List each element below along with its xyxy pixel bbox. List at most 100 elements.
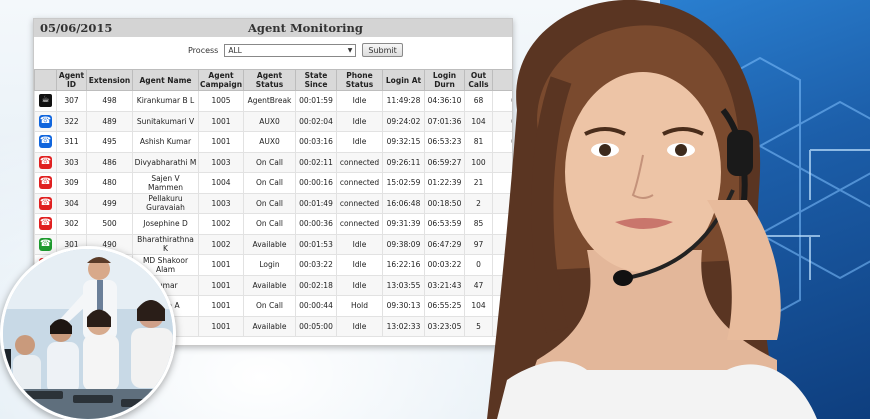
phone-status-cell: Idle [336, 315, 383, 337]
login-durn-cell: 03:21:43 [424, 274, 465, 296]
agent-status-cell: Login [243, 254, 296, 276]
header-icon [34, 69, 57, 91]
extension-cell: 499 [86, 192, 133, 214]
agent-campaign-cell: 1005 [198, 90, 244, 112]
phone-aux-icon: ☎ [39, 114, 52, 128]
login-at-cell: 16:22:16 [382, 254, 425, 276]
agent-name-cell: Sunitakumari V [132, 110, 199, 132]
agent-campaign-cell: 1001 [198, 274, 244, 296]
agent-status-cell: On Call [243, 172, 296, 194]
login-durn-cell: 00:18:50 [424, 192, 465, 214]
phone-aux-icon: ☎ [39, 135, 52, 149]
agent-campaign-cell: 1003 [198, 151, 244, 173]
status-icon-cell: ☎ [34, 172, 57, 194]
phone-on-call-icon: ☎ [39, 155, 52, 169]
login-at-cell: 15:02:59 [382, 172, 425, 194]
extension-cell: 500 [86, 213, 133, 235]
agent-campaign-cell: 1004 [198, 172, 244, 194]
phone-status-cell: Idle [336, 131, 383, 153]
state-since-cell: 00:05:00 [295, 315, 337, 337]
agent-name-cell: Divyabharathi M [132, 151, 199, 173]
login-at-cell: 09:26:11 [382, 151, 425, 173]
agent-id-cell: 307 [56, 90, 87, 112]
extension-cell: 480 [86, 172, 133, 194]
report-date: 05/06/2015 [40, 21, 113, 35]
table-row[interactable]: ☎ 302 500 Josephine D 1002 On Call 00:00:36 con… [34, 213, 512, 235]
login-durn-cell: 01:22:39 [424, 172, 465, 194]
login-durn-cell: 06:59:27 [424, 151, 465, 173]
agent-name-cell: Josephine D [132, 213, 199, 235]
header-login-at[interactable]: Login At [382, 69, 425, 91]
state-since-cell: 00:00:44 [295, 295, 337, 317]
state-since-cell: 00:01:59 [295, 90, 337, 112]
table-row[interactable]: ☎ 311 495 Ashish Kumar 1001 AUX0 00:03:16 Idle 0… [34, 131, 512, 153]
process-label: Process [188, 45, 219, 55]
header-agent-name[interactable]: Agent Name [132, 69, 199, 91]
agent-status-cell: On Call [243, 151, 296, 173]
state-since-cell: 00:00:16 [295, 172, 337, 194]
phone-on-call-icon: ☎ [39, 217, 52, 231]
extension-cell: 486 [86, 151, 133, 173]
phone-status-cell: connected [336, 213, 383, 235]
phone-status-cell: Idle [336, 110, 383, 132]
login-durn-cell: 06:55:25 [424, 295, 465, 317]
agent-name-cell: Pellakuru Guravaiah [132, 192, 199, 214]
table-row[interactable]: ☕ 307 498 Kirankumar B L 1005 AgentBreak 00:01… [34, 90, 512, 112]
state-since-cell: 00:03:16 [295, 131, 337, 153]
phone-status-cell: Idle [336, 233, 383, 255]
agent-campaign-cell: 1002 [198, 213, 244, 235]
table-row[interactable]: ☎ 304 499 Pellakuru Guravaiah 1003 On Call 00:… [34, 192, 512, 214]
login-at-cell: 16:06:48 [382, 192, 425, 214]
agent-name-cell: Ashish Kumar [132, 131, 199, 153]
agent-status-cell: AUX0 [243, 131, 296, 153]
agent-status-cell: Available [243, 233, 296, 255]
window-titlebar: 05/06/2015 Agent Monitoring [34, 19, 512, 37]
agent-campaign-cell: 1001 [198, 254, 244, 276]
agent-status-cell: AgentBreak [243, 90, 296, 112]
login-at-cell: 11:49:28 [382, 90, 425, 112]
agent-id-cell: 304 [56, 192, 87, 214]
phone-status-cell: connected [336, 192, 383, 214]
login-durn-cell: 06:53:59 [424, 213, 465, 235]
status-icon-cell: ☎ [34, 213, 57, 235]
window-title: Agent Monitoring [248, 21, 363, 35]
agent-status-cell: On Call [243, 295, 296, 317]
phone-status-cell: Idle [336, 274, 383, 296]
status-icon-cell: ☕ [34, 90, 57, 112]
status-icon-cell: ☎ [34, 110, 57, 132]
table-row[interactable]: ☎ 303 486 Divyabharathi M 1003 On Call 00:02:1… [34, 151, 512, 173]
login-at-cell: 09:31:39 [382, 213, 425, 235]
phone-status-cell: connected [336, 151, 383, 173]
header-agent-campaign[interactable]: Agent Campaign [198, 69, 244, 91]
header-agent-status[interactable]: Agent Status [243, 69, 296, 91]
header-agent-id[interactable]: Agent ID [56, 69, 87, 91]
login-durn-cell: 06:53:23 [424, 131, 465, 153]
state-since-cell: 00:03:22 [295, 254, 337, 276]
status-icon-cell: ☎ [34, 192, 57, 214]
login-durn-cell: 00:03:22 [424, 254, 465, 276]
table-row[interactable]: ☎ 309 480 Sajen V Mammen 1004 On Call 00:00:16… [34, 172, 512, 194]
process-select[interactable]: ALL ▼ [224, 43, 357, 57]
chevron-down-icon: ▼ [347, 46, 353, 54]
phone-status-cell: Idle [336, 254, 383, 276]
agent-id-cell: 303 [56, 151, 87, 173]
phone-status-cell: Idle [336, 90, 383, 112]
submit-button[interactable]: Submit [362, 43, 403, 57]
login-durn-cell: 03:23:05 [424, 315, 465, 337]
login-at-cell: 09:24:02 [382, 110, 425, 132]
header-phone-status[interactable]: Phone Status [336, 69, 383, 91]
table-row[interactable]: ☎ 322 489 Sunitakumari V 1001 AUX0 00:02:04 Idl… [34, 110, 512, 132]
extension-cell: 489 [86, 110, 133, 132]
agent-id-cell: 322 [56, 110, 87, 132]
header-login-durn[interactable]: Login Durn [424, 69, 465, 91]
agent-id-cell: 309 [56, 172, 87, 194]
header-state-since[interactable]: State Since [295, 69, 337, 91]
agent-campaign-cell: 1001 [198, 110, 244, 132]
agent-status-cell: Available [243, 315, 296, 337]
call-center-agent-photo [477, 0, 870, 419]
agent-id-cell: 311 [56, 131, 87, 153]
login-durn-cell: 07:01:36 [424, 110, 465, 132]
state-since-cell: 00:01:53 [295, 233, 337, 255]
header-extension[interactable]: Extension [86, 69, 133, 91]
call-center-team-photo [0, 246, 176, 419]
